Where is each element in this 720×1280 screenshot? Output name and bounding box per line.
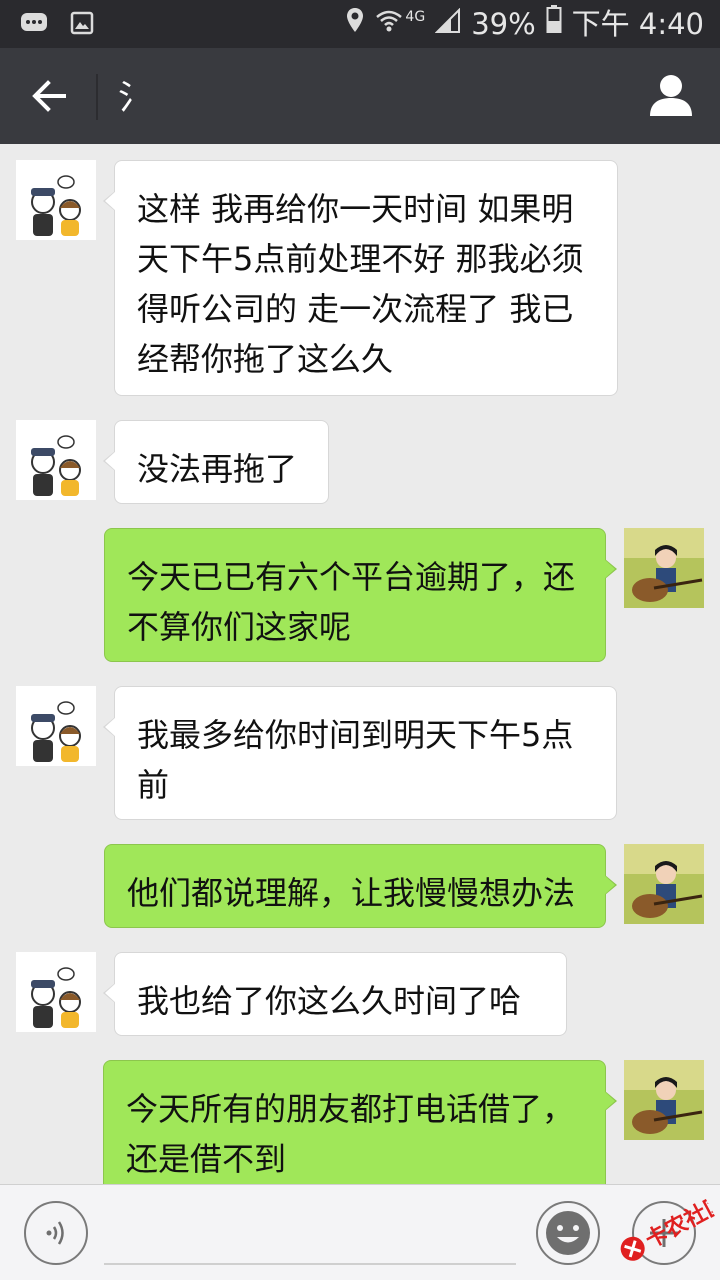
message-bubble-received[interactable]: 我最多给你时间到明天下午5点前 bbox=[103, 686, 617, 820]
avatar[interactable] bbox=[16, 160, 96, 240]
message-row: 没法再拖了 bbox=[0, 420, 720, 504]
message-bubble-received[interactable]: 我也给了你这么久时间了哈 bbox=[103, 952, 567, 1036]
avatar[interactable] bbox=[16, 686, 96, 766]
cartoon-couple-avatar-icon bbox=[16, 160, 96, 240]
message-bubble-received[interactable]: 没法再拖了 bbox=[103, 420, 329, 504]
cartoon-couple-avatar-icon bbox=[16, 952, 96, 1032]
avatar[interactable] bbox=[16, 420, 96, 500]
avatar[interactable] bbox=[624, 844, 704, 924]
image-icon bbox=[70, 10, 94, 40]
network-type: 4G bbox=[405, 9, 426, 25]
battery-level: 39% bbox=[471, 7, 536, 41]
message-bubble-sent[interactable]: 他们都说理解，让我慢慢想办法 bbox=[104, 844, 617, 928]
message-input[interactable] bbox=[104, 1205, 516, 1265]
signal-icon bbox=[434, 4, 461, 44]
battery-icon bbox=[546, 4, 562, 44]
message-row: 今天所有的朋友都打电话借了，还是借不到 bbox=[0, 1060, 720, 1184]
message-row: 今天已已有六个平台逾期了，还不算你们这家呢 bbox=[0, 528, 720, 662]
message-row: 我最多给你时间到明天下午5点前 bbox=[0, 686, 720, 820]
profile-button[interactable] bbox=[648, 72, 694, 118]
emoji-icon[interactable] bbox=[538, 1203, 598, 1263]
title-divider bbox=[96, 74, 98, 120]
message-row: 他们都说理解，让我慢慢想办法 bbox=[0, 844, 720, 928]
message-row: 这样 我再给你一天时间 如果明天下午5点前处理不好 那我必须得听公司的 走一次流… bbox=[0, 160, 720, 396]
cartoon-couple-avatar-icon bbox=[16, 686, 96, 766]
cartoon-couple-avatar-icon bbox=[16, 420, 96, 500]
emoji-button[interactable] bbox=[536, 1201, 600, 1265]
message-bubble-sent[interactable]: 今天已已有六个平台逾期了，还不算你们这家呢 bbox=[104, 528, 617, 662]
voice-button[interactable] bbox=[24, 1201, 88, 1265]
input-bar bbox=[0, 1184, 720, 1280]
profile-icon[interactable] bbox=[648, 72, 694, 118]
guitar-girl-avatar-icon bbox=[624, 528, 704, 608]
back-button[interactable] bbox=[26, 72, 74, 120]
status-bar: 4G 39% 下午 4:40 bbox=[0, 0, 720, 48]
clock: 下午 4:40 bbox=[571, 7, 704, 41]
message-bubble-received[interactable]: 这样 我再给你一天时间 如果明天下午5点前处理不好 那我必须得听公司的 走一次流… bbox=[103, 160, 618, 396]
voice-icon[interactable] bbox=[26, 1203, 86, 1263]
wifi-icon bbox=[375, 4, 403, 44]
guitar-girl-avatar-icon bbox=[624, 844, 704, 924]
chat-title: 氵 bbox=[118, 78, 152, 118]
more-button[interactable] bbox=[632, 1201, 696, 1265]
avatar[interactable] bbox=[624, 1060, 704, 1140]
guitar-girl-avatar-icon bbox=[624, 1060, 704, 1140]
chat-area[interactable]: 这样 我再给你一天时间 如果明天下午5点前处理不好 那我必须得听公司的 走一次流… bbox=[0, 144, 720, 1184]
message-row: 我也给了你这么久时间了哈 bbox=[0, 952, 720, 1036]
avatar[interactable] bbox=[624, 528, 704, 608]
message-bubble-sent[interactable]: 今天所有的朋友都打电话借了，还是借不到 bbox=[103, 1060, 617, 1184]
plus-icon[interactable] bbox=[634, 1203, 694, 1263]
avatar[interactable] bbox=[16, 952, 96, 1032]
location-icon bbox=[345, 4, 365, 44]
title-bar: 氵 bbox=[0, 48, 720, 144]
back-arrow-icon[interactable] bbox=[26, 72, 74, 120]
message-icon bbox=[20, 10, 48, 40]
